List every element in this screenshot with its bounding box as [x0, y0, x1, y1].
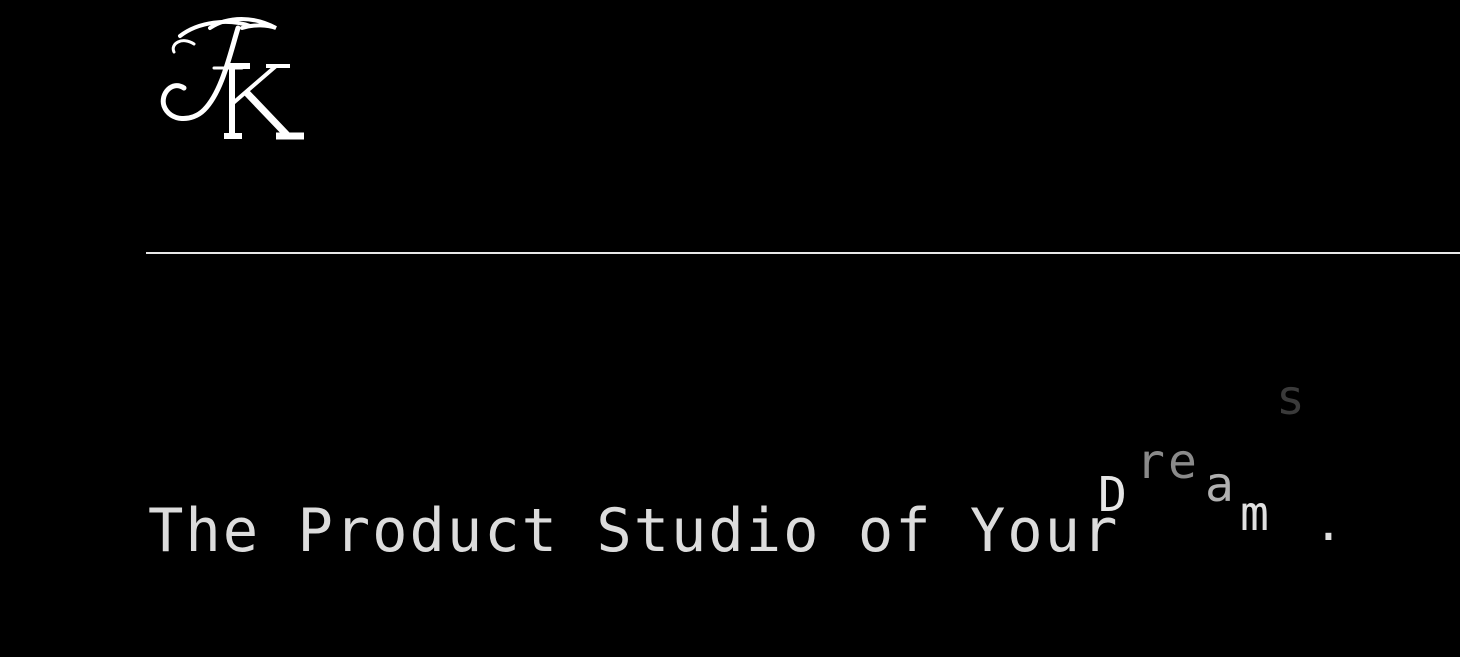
animated-letter-a: a: [1205, 457, 1234, 513]
animated-letter-d: D: [1098, 467, 1127, 523]
animated-letter-m: m: [1240, 486, 1269, 542]
fk-monogram-icon: [160, 17, 304, 140]
animated-letter-r: r: [1136, 434, 1165, 490]
animated-period: .: [1314, 496, 1343, 552]
animated-letter-s: s: [1276, 370, 1305, 426]
brand-logo[interactable]: FK: [158, 14, 308, 140]
animated-letter-e: e: [1168, 434, 1197, 490]
header-divider: [146, 252, 1460, 254]
page: FK The Product Studio of Your D r e a m …: [0, 0, 1460, 657]
hero-headline: The Product Studio of Your: [148, 496, 1120, 566]
